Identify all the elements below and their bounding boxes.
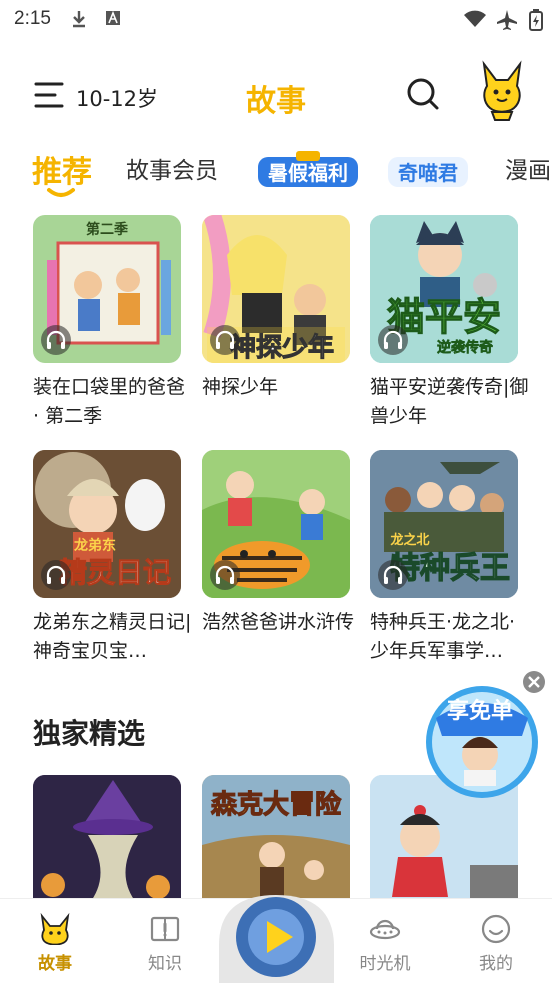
headphones-icon <box>41 560 71 590</box>
tab-comics[interactable]: 漫画 <box>505 151 551 185</box>
nav-story[interactable]: 故事 <box>15 899 95 979</box>
tab-qimiaojun[interactable]: 奇喵君 <box>386 151 470 189</box>
nav-time-machine-label: 时光机 <box>359 954 411 974</box>
cover-title-text: 森克大冒险 <box>211 789 342 820</box>
headphones-icon <box>210 560 240 590</box>
category-tabs: 推荐 故事会员 暑假福利 奇喵君 漫画 <box>0 145 552 203</box>
play-disc-icon <box>219 895 334 983</box>
tab-summer-welfare[interactable]: 暑假福利 <box>256 151 360 189</box>
story-title: 龙弟东之精灵日记|神奇宝贝宝… <box>33 611 192 662</box>
close-icon[interactable] <box>522 670 546 694</box>
cover-title-text: 特种兵王 <box>390 551 510 586</box>
download-icon <box>73 11 85 28</box>
story-cover: 猫平安 逆袭传奇 <box>370 215 518 363</box>
tab-recommend[interactable]: 推荐 <box>32 147 92 191</box>
bottom-nav: 故事 知识 时光机 我的 <box>0 895 552 983</box>
story-title: 浩然爸爸讲水浒传 <box>202 611 355 633</box>
headphones-icon <box>378 325 408 355</box>
nav-mine[interactable]: 我的 <box>456 899 536 979</box>
free-order-promo[interactable]: 享免单 <box>420 670 550 800</box>
story-title: 神探少年 <box>202 376 279 398</box>
nav-mine-label: 我的 <box>479 954 513 974</box>
story-cover: 龙之北 特种兵王 <box>370 450 518 598</box>
nav-story-label: 故事 <box>38 954 72 974</box>
status-bar: 2:15 <box>0 0 552 40</box>
nav-knowledge-label: 知识 <box>148 954 182 974</box>
page-title: 故事 <box>246 84 306 119</box>
story-title: 特种兵王·龙之北·少年兵军事学… <box>370 611 516 662</box>
story-title: 猫平安逆袭传奇|御兽少年 <box>370 376 529 427</box>
smile-icon <box>481 914 511 944</box>
tab-active-indicator <box>47 188 75 197</box>
status-time: 2:15 <box>14 8 51 29</box>
cover-illustration <box>33 775 181 905</box>
search-icon[interactable] <box>406 77 440 111</box>
cover-subtitle-text: 龙之北 <box>390 532 429 548</box>
cover-subtitle-text: 逆袭传奇 <box>437 339 493 356</box>
nav-knowledge[interactable]: 知识 <box>125 899 205 979</box>
battery-icon <box>529 9 543 31</box>
section-title-exclusive: 独家精选 <box>33 717 146 750</box>
airplane-icon <box>497 10 517 30</box>
tab-qimiaojun-label: 奇喵君 <box>398 161 458 185</box>
cover-season-label: 第二季 <box>86 221 128 238</box>
spaceship-icon <box>369 919 401 940</box>
story-mascot-icon <box>40 913 70 945</box>
tab-story-member[interactable]: 故事会员 <box>126 151 218 185</box>
story-cover: 第二季 <box>33 215 181 363</box>
featured-cover <box>33 775 181 905</box>
wifi-icon <box>464 10 486 27</box>
headphones-icon <box>41 325 71 355</box>
cover-title-text: 精灵日记 <box>59 556 171 589</box>
header: 10-12岁 故事 <box>0 55 552 135</box>
text-a-icon <box>106 10 120 25</box>
mascot-avatar-icon[interactable] <box>478 60 526 122</box>
book-icon <box>150 916 180 942</box>
player-button[interactable] <box>219 885 334 983</box>
story-cover: 龙弟东 精灵日记 <box>33 450 181 598</box>
headphones-icon <box>210 325 240 355</box>
promo-label: 享免单 <box>447 698 513 724</box>
nav-time-machine[interactable]: 时光机 <box>345 899 425 979</box>
cover-subtitle-text: 龙弟东 <box>73 537 116 554</box>
story-cover: 神探少年 <box>202 215 350 363</box>
story-cover <box>202 450 350 598</box>
headphones-icon <box>378 560 408 590</box>
story-title: 装在口袋里的爸爸 · 第二季 <box>33 376 186 427</box>
cover-title-text: 神探少年 <box>230 332 334 363</box>
tab-summer-welfare-label: 暑假福利 <box>268 161 348 185</box>
